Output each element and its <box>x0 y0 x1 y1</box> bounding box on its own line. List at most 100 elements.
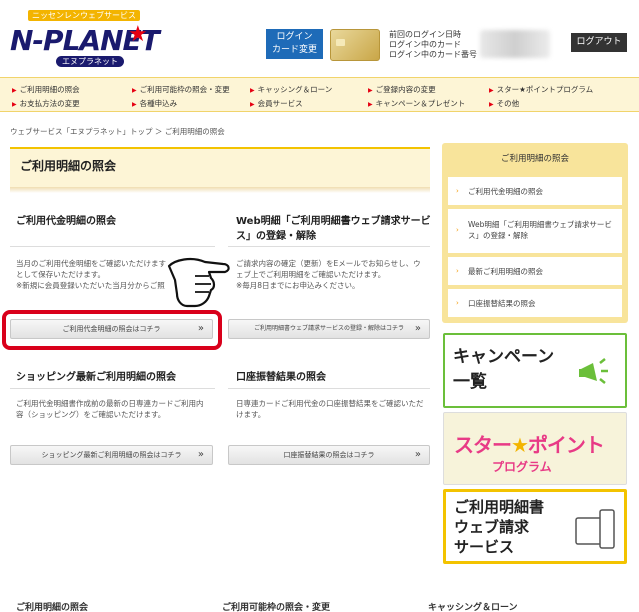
arrow-icon: ▶ <box>368 87 373 94</box>
site-header: ニッセンレンウェブサービス N-PLANET ★ エヌプラネット ログイン カー… <box>0 0 639 77</box>
campaign-list-banner[interactable]: キャンペーン 一覧 <box>443 333 627 408</box>
nav-label: ご利用可能枠の照会・変更 <box>139 85 230 94</box>
footer-link-cashing[interactable]: キャッシング＆ローン <box>428 600 518 612</box>
section-title-web-statement: Web明細「ご利用明細書ウェブ請求サービス」の登録・解除 <box>236 216 431 242</box>
sidebar-item-label: ご利用代金明細の照会 <box>468 187 543 196</box>
divider <box>228 388 430 389</box>
pointing-hand-icon <box>167 257 230 308</box>
sidebar-item-latest[interactable]: › 最新ご利用明細の照会 <box>448 257 622 285</box>
divider <box>10 246 215 247</box>
section-desc-web-statement: ご請求内容の確定（更新）をEメールでお知らせし、ウ ェブ上でご利用明細をご確認い… <box>236 258 432 291</box>
footer-link-statement[interactable]: ご利用明細の照会 <box>16 600 88 612</box>
sidebar-item-web-statement[interactable]: › Web明細「ご利用明細書ウェブ請求サービス」の登録・解除 <box>448 209 622 253</box>
page-heading-box: ご利用明細の照会 <box>10 147 430 193</box>
logo-tagline: ニッセンレンウェブサービス <box>28 10 140 21</box>
logo-subtitle: エヌプラネット <box>56 56 124 67</box>
nav-item-applications[interactable]: ▶ 各種申込み <box>132 98 177 109</box>
nav-item-member-service[interactable]: ▶ 会員サービス <box>250 98 303 109</box>
web-statement-register-button[interactable]: ご利用明細書ウェブ請求サービスの登録・解除はコチラ » <box>228 319 430 339</box>
sidebar-item-label: Web明細「ご利用明細書ウェブ請求サービス」の登録・解除 <box>468 220 612 240</box>
nav-label: 会員サービス <box>257 99 303 108</box>
arrow-icon: ▶ <box>132 87 137 94</box>
web-billing-service-banner[interactable]: ご利用明細書 ウェブ請求 サービス <box>443 489 627 564</box>
login-card-change-button[interactable]: ログイン カード変更 <box>266 29 323 59</box>
current-card-number-label: ログイン中のカード番号 <box>389 50 477 59</box>
desc-line: 日専連カードご利用代金の口座振替結果をご確認いただ <box>236 399 424 408</box>
section-title-statement: ご利用代金明細の照会 <box>16 216 116 227</box>
nav-item-payment-method[interactable]: ▶ お支払方法の変更 <box>12 98 80 109</box>
double-chevron-icon: » <box>197 449 204 460</box>
nav-label: お支払方法の変更 <box>19 99 80 108</box>
sidebar-item-account-transfer[interactable]: › 口座振替結果の照会 <box>448 289 622 317</box>
banner-line: ご利用明細書 <box>454 498 545 516</box>
arrow-icon: ▶ <box>250 87 255 94</box>
sidebar-heading: ご利用明細の照会 <box>500 154 569 164</box>
devices-icon <box>575 509 615 549</box>
chevron-right-icon: › <box>456 267 459 275</box>
shopping-inquiry-button[interactable]: ショッピング最新ご利用明細の照会はコチラ » <box>10 445 213 465</box>
breadcrumb[interactable]: ウェブサービス「エヌプラネット」トップ ＞ ご利用明細の照会 <box>10 126 225 137</box>
star-banner-subtitle: プログラム <box>492 460 552 474</box>
arrow-icon: ▶ <box>12 87 17 94</box>
banner-line: 一覧 <box>453 372 487 392</box>
logout-button[interactable]: ログアウト <box>571 33 627 52</box>
double-chevron-icon: » <box>414 449 421 460</box>
desc-line: ※毎月8日までにお申込みください。 <box>236 281 360 290</box>
banner-line: キャンペーン <box>453 347 555 367</box>
section-desc-shopping: ご利用代金明細書作成前の最新の日専連カードご利用内 容（ショッピング）をご確認い… <box>16 398 216 420</box>
sidebar-item-label: 最新ご利用明細の照会 <box>468 267 543 276</box>
highlight-frame <box>2 310 222 350</box>
double-chevron-icon: » <box>414 323 421 334</box>
nav-item-other[interactable]: ▶ その他 <box>489 98 519 109</box>
nav-label: キャンペーン＆プレゼント <box>375 99 466 108</box>
chevron-right-icon: › <box>456 187 459 195</box>
nav-item-registration[interactable]: ▶ ご登録内容の変更 <box>368 84 436 95</box>
button-label: ご利用明細書ウェブ請求サービスの登録・解除はコチラ <box>253 325 404 332</box>
account-transfer-inquiry-button[interactable]: 口座振替結果の照会はコチラ » <box>228 445 430 465</box>
nav-label: 各種申込み <box>139 99 178 108</box>
megaphone-icon <box>579 358 608 384</box>
redacted-account-details <box>480 30 550 58</box>
nav-label: キャッシング＆ローン <box>257 85 333 94</box>
nav-label: その他 <box>496 99 520 108</box>
global-nav: ▶ ご利用明細の照会 ▶ ご利用可能枠の照会・変更 ▶ キャッシング＆ローン ▶ ご登録… <box>0 77 639 112</box>
n-planet-logo[interactable]: ニッセンレンウェブサービス N-PLANET ★ エヌプラネット <box>10 10 160 70</box>
arrow-icon: ▶ <box>368 101 373 108</box>
desc-line: ェブ上でご利用明細をご確認いただけます。 <box>236 270 386 279</box>
button-label: ショッピング最新ご利用明細の照会はコチラ <box>41 451 182 459</box>
desc-line: 容（ショッピング）をご確認いただけます。 <box>16 410 166 419</box>
sidebar-item-label: 口座振替結果の照会 <box>468 299 536 308</box>
login-label-1: ログイン <box>276 32 313 42</box>
desc-line: ご請求内容の確定（更新）をEメールでお知らせし、ウ <box>236 259 421 268</box>
footer-link-limit[interactable]: ご利用可能枠の照会・変更 <box>222 600 330 612</box>
section-desc-account-transfer: 日専連カードご利用代金の口座振替結果をご確認いただ けます。 <box>236 398 432 420</box>
star-icon: ★ <box>511 433 529 457</box>
credit-card-image <box>330 29 380 61</box>
nav-item-campaign[interactable]: ▶ キャンペーン＆プレゼント <box>368 98 465 109</box>
arrow-icon: ▶ <box>132 101 137 108</box>
campaign-banner-text: キャンペーン 一覧 <box>453 345 554 395</box>
page-title: ご利用明細の照会 <box>20 159 117 173</box>
arrow-icon: ▶ <box>12 101 17 108</box>
arrow-icon: ▶ <box>489 87 494 94</box>
chevron-right-icon: › <box>456 299 459 307</box>
section-title-shopping: ショッピング最新ご利用明細の照会 <box>16 372 176 383</box>
desc-line: けます。 <box>236 410 266 419</box>
nav-item-limit[interactable]: ▶ ご利用可能枠の照会・変更 <box>132 84 230 95</box>
nav-item-cashing[interactable]: ▶ キャッシング＆ローン <box>250 84 332 95</box>
last-login-label: 前回のログイン日時 <box>389 30 461 39</box>
sidebar-item-statement[interactable]: › ご利用代金明細の照会 <box>448 177 622 205</box>
current-card-label: ログイン中のカード <box>389 40 461 49</box>
nav-item-star-point[interactable]: ▶ スター★ポイントプログラム <box>489 84 593 95</box>
desc-line: ご利用代金明細書作成前の最新の日専連カードご利用内 <box>16 399 204 408</box>
point-banner-word: ポイント <box>527 433 605 457</box>
star-banner-word: スター <box>454 433 512 457</box>
sidebar-menu: ご利用明細の照会 › ご利用代金明細の照会 › Web明細「ご利用明細書ウェブ請… <box>442 143 628 323</box>
star-point-program-banner[interactable]: スター★ポイント プログラム <box>443 412 627 485</box>
button-label: 口座振替結果の照会はコチラ <box>283 451 375 459</box>
chevron-right-icon: › <box>456 226 459 234</box>
login-label-2: カード変更 <box>271 45 317 55</box>
arrow-icon: ▶ <box>250 101 255 108</box>
divider <box>228 246 430 247</box>
nav-item-statement[interactable]: ▶ ご利用明細の照会 <box>12 84 80 95</box>
